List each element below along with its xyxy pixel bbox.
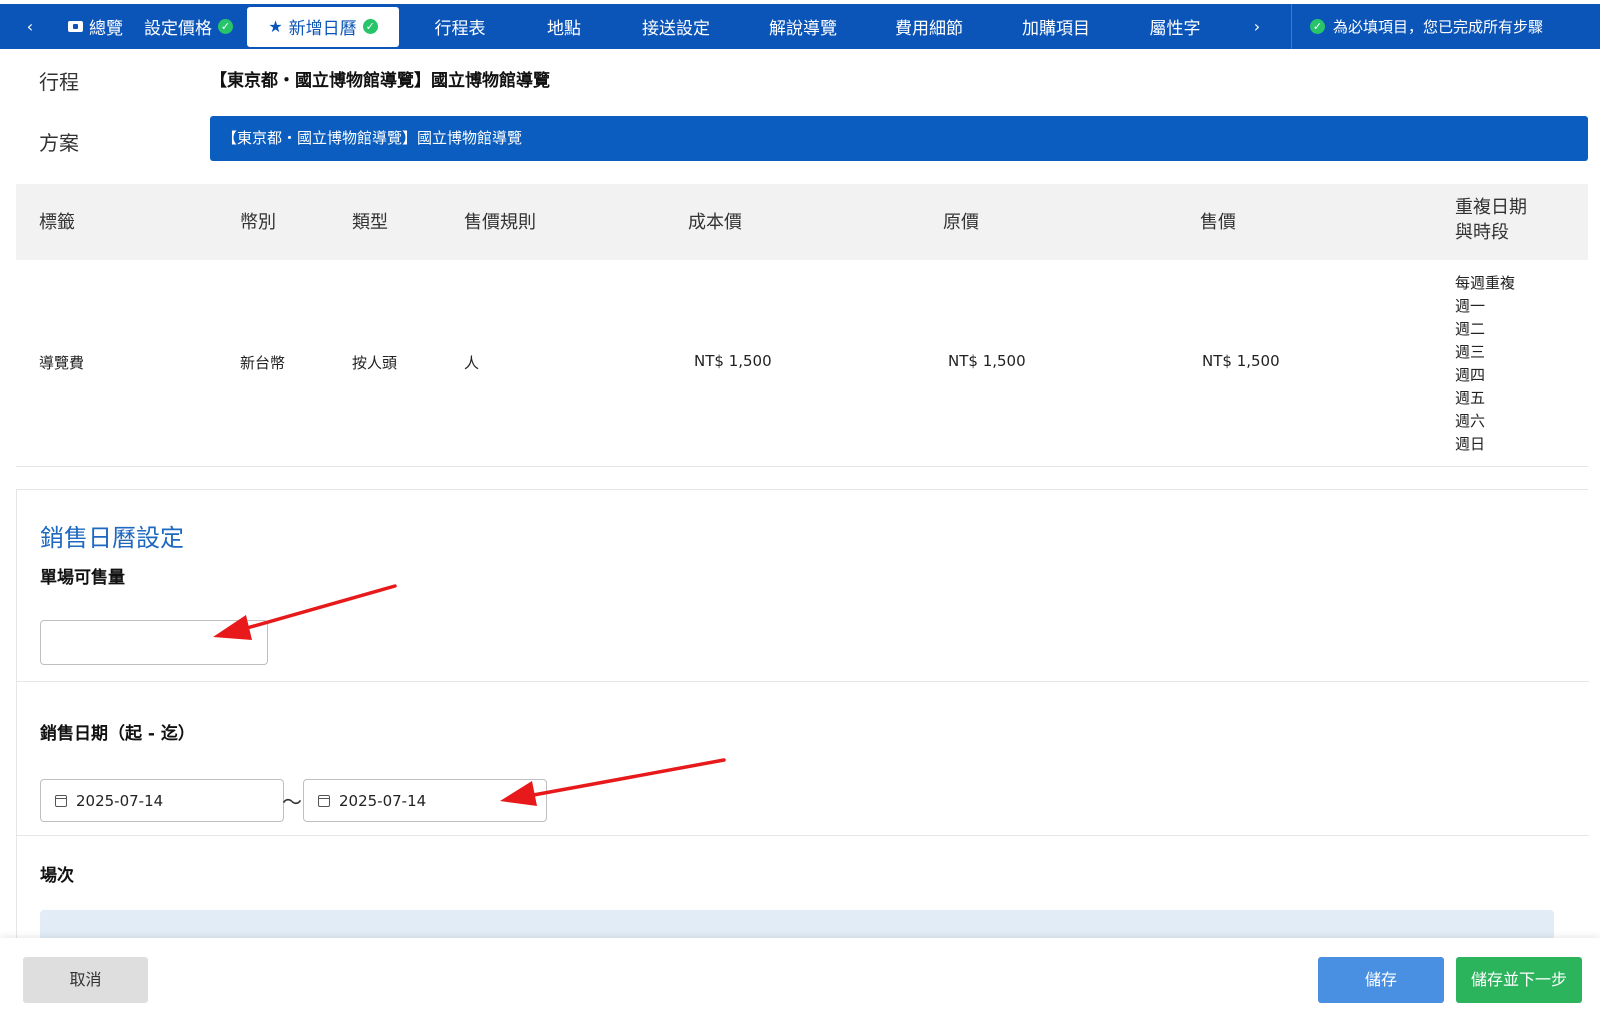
table-header: 標籤 幣別 類型 售價規則 成本價 原價 售價 重複日期 與時段 xyxy=(16,184,1588,260)
action-bar: 取消 儲存 儲存並下一步 xyxy=(0,938,1600,1019)
section-title: 銷售日曆設定 xyxy=(40,524,184,552)
tab-label: 加購項目 xyxy=(1022,19,1090,39)
header-repeat-line1: 重複日期 xyxy=(1455,197,1527,218)
cancel-button[interactable]: 取消 xyxy=(23,957,148,1003)
tab-fee-details[interactable]: 費用細節 xyxy=(861,4,997,49)
cell-currency: 新台幣 xyxy=(240,354,286,372)
cell-cost: NT$ 1,500 xyxy=(694,352,772,370)
header-repeat-line2: 與時段 xyxy=(1455,222,1509,243)
qty-input[interactable] xyxy=(40,620,268,665)
cell-sale: NT$ 1,500 xyxy=(1202,352,1280,370)
nav-prev-arrow[interactable]: ‹ xyxy=(16,17,44,36)
repeat-item: 週二 xyxy=(1455,320,1486,338)
check-circle-icon: ✓ xyxy=(218,19,233,34)
cell-rule: 人 xyxy=(464,354,480,372)
tab-label: 地點 xyxy=(547,19,581,39)
tab-set-price[interactable]: 設定價格 ✓ xyxy=(123,4,247,49)
repeat-item: 週日 xyxy=(1455,435,1486,453)
check-circle-icon: ✓ xyxy=(362,19,378,34)
tab-guide[interactable]: 解說導覽 xyxy=(745,4,861,49)
tab-label: 總覽 xyxy=(89,19,123,39)
tab-transfer[interactable]: 接送設定 xyxy=(607,4,745,49)
tab-add-ons[interactable]: 加購項目 xyxy=(997,4,1115,49)
price-table: 標籤 幣別 類型 售價規則 成本價 原價 售價 重複日期 與時段 導覽費 新台幣… xyxy=(16,184,1588,467)
header-type: 類型 xyxy=(352,212,388,233)
divider xyxy=(17,681,1589,682)
plan-selector[interactable]: 【東京都・國立博物館導覽】國立博物館導覽 xyxy=(210,116,1588,161)
step-nav-bar: ‹ 總覽 設定價格 ✓ ★ 新增日曆 ✓ 行程表 地點 接送設定 解說導覽 費用… xyxy=(0,4,1600,49)
end-date-input[interactable]: 2025-07-14 xyxy=(303,779,547,822)
tab-label: 新增日曆 xyxy=(288,19,357,39)
cell-tag: 導覽費 xyxy=(39,354,85,372)
qty-label: 單場可售量 xyxy=(40,568,125,588)
save-next-button[interactable]: 儲存並下一步 xyxy=(1456,957,1582,1003)
trip-label: 行程 xyxy=(39,70,79,94)
completion-status: ✓ 為必填項目，您已完成所有步驟 xyxy=(1291,4,1543,49)
tab-label: 解說導覽 xyxy=(769,19,837,39)
trip-value: 【東京都・國立博物館導覽】國立博物館導覽 xyxy=(210,71,550,91)
calendar-icon xyxy=(55,794,67,807)
tab-label: 行程表 xyxy=(434,19,486,39)
folder-icon xyxy=(68,21,83,32)
repeat-item: 週五 xyxy=(1455,389,1486,407)
cell-original: NT$ 1,500 xyxy=(948,352,1026,370)
sales-calendar-card: 銷售日曆設定 單場可售量 銷售日期（起 - 迄） 2025-07-14 ～ 20… xyxy=(16,489,1589,950)
tab-add-calendar[interactable]: ★ 新增日曆 ✓ xyxy=(247,6,399,47)
start-date-value: 2025-07-14 xyxy=(76,791,164,810)
header-sale: 售價 xyxy=(1200,212,1236,233)
header-currency: 幣別 xyxy=(240,212,276,233)
tab-label: 費用細節 xyxy=(895,19,963,39)
session-label: 場次 xyxy=(40,866,74,886)
repeat-item: 週六 xyxy=(1455,412,1486,430)
cell-repeat: 每週重複 週一 週二 週三 週四 週五 週六 週日 xyxy=(1455,272,1515,456)
header-tag: 標籤 xyxy=(39,212,75,233)
repeat-item: 每週重複 xyxy=(1455,274,1516,292)
repeat-item: 週三 xyxy=(1455,343,1486,361)
table-row: 導覽費 新台幣 按人頭 人 NT$ 1,500 NT$ 1,500 NT$ 1,… xyxy=(16,260,1588,467)
nav-next-arrow[interactable]: › xyxy=(1243,17,1271,36)
header-repeat: 重複日期 與時段 xyxy=(1455,195,1527,245)
tab-label: 接送設定 xyxy=(642,19,710,39)
cell-type: 按人頭 xyxy=(352,354,398,372)
save-button[interactable]: 儲存 xyxy=(1318,957,1444,1003)
tab-label: 屬性字 xyxy=(1149,19,1201,39)
plan-label: 方案 xyxy=(39,131,79,155)
repeat-item: 週一 xyxy=(1455,297,1486,315)
end-date-value: 2025-07-14 xyxy=(339,791,427,810)
date-range-label: 銷售日期（起 - 迄） xyxy=(40,724,195,744)
tab-location[interactable]: 地點 xyxy=(521,4,607,49)
tab-itinerary[interactable]: 行程表 xyxy=(399,4,521,49)
check-circle-icon: ✓ xyxy=(1310,19,1325,34)
date-separator: ～ xyxy=(282,790,302,814)
header-original: 原價 xyxy=(943,212,979,233)
status-text: 為必填項目，您已完成所有步驟 xyxy=(1333,18,1544,36)
tab-attributes[interactable]: 屬性字 xyxy=(1115,4,1235,49)
star-icon: ★ xyxy=(268,17,283,36)
header-cost: 成本價 xyxy=(688,212,742,233)
tab-label: 設定價格 xyxy=(144,19,212,39)
calendar-icon xyxy=(318,794,330,807)
divider xyxy=(17,835,1589,836)
repeat-item: 週四 xyxy=(1455,366,1486,384)
header-rule: 售價規則 xyxy=(464,212,536,233)
start-date-input[interactable]: 2025-07-14 xyxy=(40,779,284,822)
